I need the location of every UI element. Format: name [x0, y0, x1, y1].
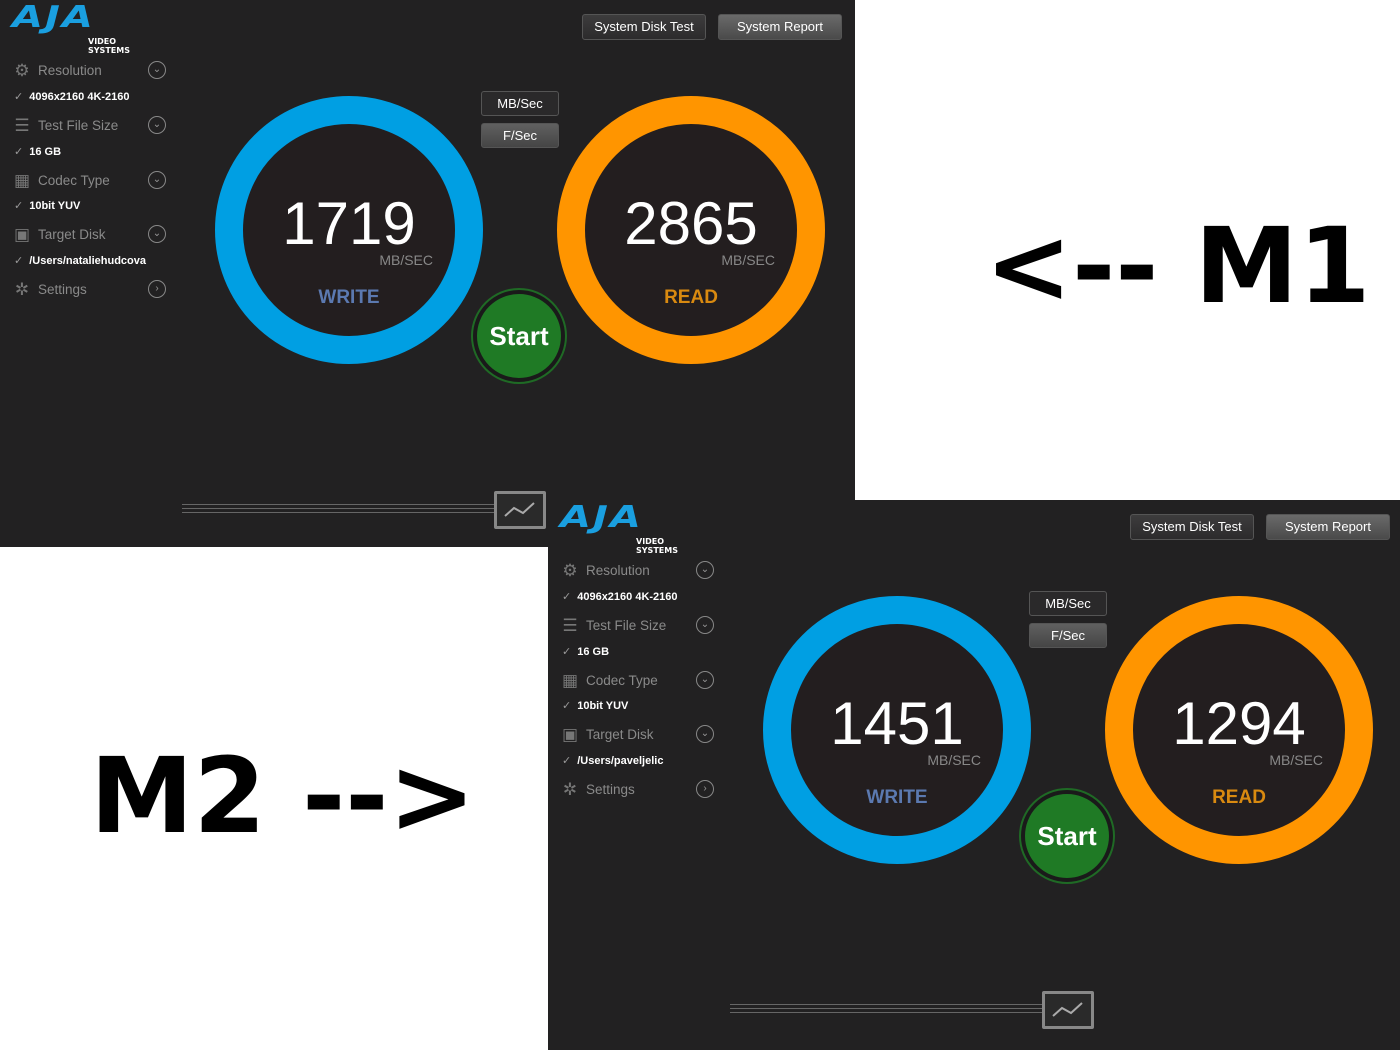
- mb-sec-button[interactable]: MB/Sec: [481, 91, 559, 116]
- window-m1: AJA VIDEO SYSTEMS System Disk Test System…: [0, 0, 855, 547]
- check-icon: ✓: [14, 146, 24, 158]
- read-unit: MB/SEC: [1269, 752, 1323, 768]
- grid-icon: ▦: [561, 671, 579, 690]
- sidebar-value: ✓ 4096x2160 4K-2160: [14, 91, 130, 103]
- write-gauge: 1719 MB/SEC WRITE: [215, 96, 483, 364]
- sidebar-item-target-disk[interactable]: ▣ Target Disk ⌄: [560, 724, 720, 746]
- disk-icon: ▣: [13, 225, 31, 244]
- sidebar-item-target-disk[interactable]: ▣ Target Disk ⌄: [12, 224, 172, 246]
- check-icon: ✓: [562, 700, 572, 712]
- graph-icon[interactable]: [494, 491, 546, 529]
- chevron-down-icon[interactable]: ⌄: [148, 171, 166, 189]
- sidebar-item-codec-type[interactable]: ▦ Codec Type ⌄: [12, 170, 172, 192]
- chevron-right-icon[interactable]: ›: [148, 280, 166, 298]
- window-m2: AJA VIDEO SYSTEMS System Disk Test System…: [548, 500, 1400, 1050]
- write-unit: MB/SEC: [927, 752, 981, 768]
- timeline-track: [182, 504, 494, 513]
- write-label: WRITE: [866, 787, 928, 808]
- read-label: READ: [1212, 787, 1266, 808]
- sidebar-item-test-file-size[interactable]: ☰ Test File Size ⌄: [12, 115, 172, 137]
- system-disk-test-button[interactable]: System Disk Test: [582, 14, 706, 40]
- grid-icon: ▦: [13, 171, 31, 190]
- sidebar-item-settings[interactable]: ✲ Settings ›: [12, 279, 172, 301]
- stack-icon: ☰: [562, 616, 578, 635]
- write-value: 1719: [282, 190, 416, 257]
- chip-icon: ⚙: [14, 61, 30, 80]
- f-sec-button[interactable]: F/Sec: [1029, 623, 1107, 648]
- sidebar-value: ✓/Users/nataliehudcova: [14, 255, 146, 267]
- read-label: READ: [664, 287, 718, 308]
- sidebar-item-codec-type[interactable]: ▦ Codec Type ⌄: [560, 670, 720, 692]
- graph-icon[interactable]: [1042, 991, 1094, 1029]
- read-unit: MB/SEC: [721, 252, 775, 268]
- sidebar-value: ✓ 16 GB: [562, 646, 610, 658]
- sidebar-value: ✓ 10bit YUV: [562, 700, 629, 712]
- sidebar-value: ✓/Users/paveljelic: [562, 755, 664, 767]
- read-gauge: 2865 MB/SEC READ: [557, 96, 825, 364]
- sidebar-item-resolution[interactable]: ⚙ Resolution ⌄: [560, 560, 720, 582]
- chevron-down-icon[interactable]: ⌄: [696, 616, 714, 634]
- sidebar-value: ✓ 4096x2160 4K-2160: [562, 591, 678, 603]
- chip-icon: ⚙: [562, 561, 578, 580]
- chevron-down-icon[interactable]: ⌄: [696, 671, 714, 689]
- sidebar-value: ✓ 16 GB: [14, 146, 62, 158]
- aja-logo: AJA VIDEO SYSTEMS: [12, 0, 130, 55]
- sidebar-item-settings[interactable]: ✲ Settings ›: [560, 779, 720, 801]
- stack-icon: ☰: [14, 116, 30, 135]
- write-unit: MB/SEC: [379, 252, 433, 268]
- gear-icon: ✲: [562, 780, 578, 799]
- system-disk-test-button[interactable]: System Disk Test: [1130, 514, 1254, 540]
- read-value: 2865: [624, 190, 758, 257]
- chevron-down-icon[interactable]: ⌄: [148, 61, 166, 79]
- write-label: WRITE: [318, 287, 380, 308]
- timeline-track: [730, 1004, 1042, 1013]
- sidebar-item-resolution[interactable]: ⚙ Resolution ⌄: [12, 60, 172, 82]
- read-gauge: 1294 MB/SEC READ: [1105, 596, 1373, 864]
- write-gauge: 1451 MB/SEC WRITE: [763, 596, 1031, 864]
- gear-icon: ✲: [14, 280, 30, 299]
- annotation-m1: <-- M1: [985, 205, 1371, 327]
- start-button[interactable]: Start: [1021, 790, 1113, 882]
- check-icon: ✓: [562, 646, 572, 658]
- write-value: 1451: [830, 690, 964, 757]
- check-icon: ✓: [14, 91, 24, 103]
- aja-logo: AJA VIDEO SYSTEMS: [560, 500, 678, 555]
- chevron-right-icon[interactable]: ›: [696, 780, 714, 798]
- system-report-button[interactable]: System Report: [718, 14, 842, 40]
- read-value: 1294: [1172, 690, 1306, 757]
- disk-icon: ▣: [561, 725, 579, 744]
- annotation-m2: M2 -->: [90, 735, 476, 857]
- start-button[interactable]: Start: [473, 290, 565, 382]
- check-icon: ✓: [14, 200, 24, 212]
- chevron-down-icon[interactable]: ⌄: [696, 561, 714, 579]
- chevron-down-icon[interactable]: ⌄: [148, 116, 166, 134]
- sidebar-value: ✓ 10bit YUV: [14, 200, 81, 212]
- sidebar-item-test-file-size[interactable]: ☰ Test File Size ⌄: [560, 615, 720, 637]
- mb-sec-button[interactable]: MB/Sec: [1029, 591, 1107, 616]
- f-sec-button[interactable]: F/Sec: [481, 123, 559, 148]
- chevron-down-icon[interactable]: ⌄: [696, 725, 714, 743]
- chevron-down-icon[interactable]: ⌄: [148, 225, 166, 243]
- system-report-button[interactable]: System Report: [1266, 514, 1390, 540]
- check-icon: ✓: [562, 591, 572, 603]
- check-icon: ✓: [14, 255, 24, 267]
- check-icon: ✓: [562, 755, 572, 767]
